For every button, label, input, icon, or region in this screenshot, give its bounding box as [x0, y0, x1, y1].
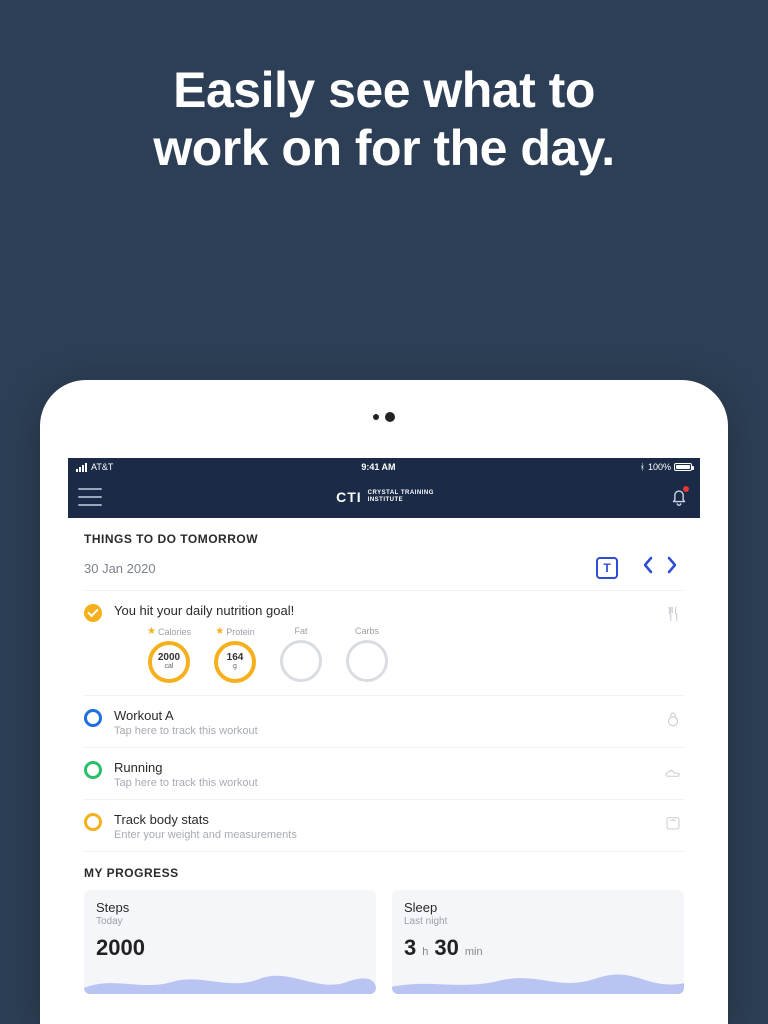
nutrition-calories: ★Calories 2000cal — [144, 626, 194, 683]
sleep-card[interactable]: Sleep Last night 3h 30min — [392, 890, 684, 994]
hero-headline: Easily see what to work on for the day. — [0, 0, 768, 177]
app-logo: CTI CRYSTAL TRAINING INSTITUTE — [102, 489, 668, 505]
steps-sparkline — [84, 970, 376, 994]
todo-section-title: THINGS TO DO TOMORROW — [84, 532, 684, 546]
hero-line-2: work on for the day. — [30, 120, 738, 178]
check-icon — [84, 604, 102, 622]
sleep-when: Last night — [404, 916, 672, 927]
body-sub: Enter your weight and measurements — [114, 829, 656, 841]
sleep-hours: 3 — [404, 935, 416, 961]
steps-when: Today — [96, 916, 364, 927]
prev-day-button[interactable] — [636, 556, 660, 580]
logo-sub-1: CRYSTAL TRAINING — [368, 490, 434, 497]
next-day-button[interactable] — [660, 556, 684, 580]
battery-icon — [674, 463, 692, 471]
menu-icon[interactable] — [78, 488, 102, 506]
clock: 9:41 AM — [117, 462, 639, 472]
circle-icon — [84, 761, 102, 779]
workout-sub: Tap here to track this workout — [114, 725, 656, 737]
steps-name: Steps — [96, 900, 364, 915]
tablet-camera — [40, 380, 728, 450]
status-bar: AT&T 9:41 AM ᚼ 100% — [68, 458, 700, 476]
scale-icon — [664, 814, 684, 837]
todo-body-stats[interactable]: Track body stats Enter your weight and m… — [84, 800, 684, 852]
kettlebell-icon — [664, 710, 684, 733]
app-screen: AT&T 9:41 AM ᚼ 100% CTI CRYSTAL TRAINING… — [68, 458, 700, 1024]
notifications-icon[interactable] — [668, 486, 690, 508]
todo-running[interactable]: Running Tap here to track this workout — [84, 748, 684, 800]
star-icon: ★ — [215, 626, 224, 637]
todo-nutrition[interactable]: You hit your daily nutrition goal! ★Calo… — [84, 591, 684, 696]
star-icon: ★ — [147, 626, 156, 637]
workout-title: Workout A — [114, 708, 656, 723]
sleep-sparkline — [392, 970, 684, 994]
tablet-frame: AT&T 9:41 AM ᚼ 100% CTI CRYSTAL TRAINING… — [40, 380, 728, 1024]
body-title: Track body stats — [114, 812, 656, 827]
nutrition-carbs: Carbs — [342, 626, 392, 683]
nutrition-fat: Fat — [276, 626, 326, 683]
running-sub: Tap here to track this workout — [114, 777, 656, 789]
todo-workout[interactable]: Workout A Tap here to track this workout — [84, 696, 684, 748]
battery-percent: 100% — [648, 462, 671, 472]
notification-badge — [683, 486, 689, 492]
circle-icon — [84, 709, 102, 727]
shoe-icon — [664, 762, 684, 785]
date-label: 30 Jan 2020 — [84, 561, 596, 576]
carrier-label: AT&T — [91, 462, 113, 472]
app-header: CTI CRYSTAL TRAINING INSTITUTE — [68, 476, 700, 518]
sleep-name: Sleep — [404, 900, 672, 915]
hero-line-1: Easily see what to — [30, 62, 738, 120]
steps-value: 2000 — [96, 935, 145, 961]
nutrition-protein: ★Protein 164g — [210, 626, 260, 683]
signal-icon — [76, 463, 87, 472]
progress-title: MY PROGRESS — [84, 866, 684, 880]
bluetooth-icon: ᚼ — [640, 462, 645, 472]
logo-main: CTI — [336, 489, 362, 505]
today-button[interactable]: T — [596, 557, 618, 579]
circle-icon — [84, 813, 102, 831]
nutrition-title: You hit your daily nutrition goal! — [114, 603, 656, 618]
sleep-mins: 30 — [434, 935, 458, 961]
steps-card[interactable]: Steps Today 2000 — [84, 890, 376, 994]
utensils-icon — [664, 605, 684, 628]
running-title: Running — [114, 760, 656, 775]
logo-sub-2: INSTITUTE — [368, 497, 434, 504]
